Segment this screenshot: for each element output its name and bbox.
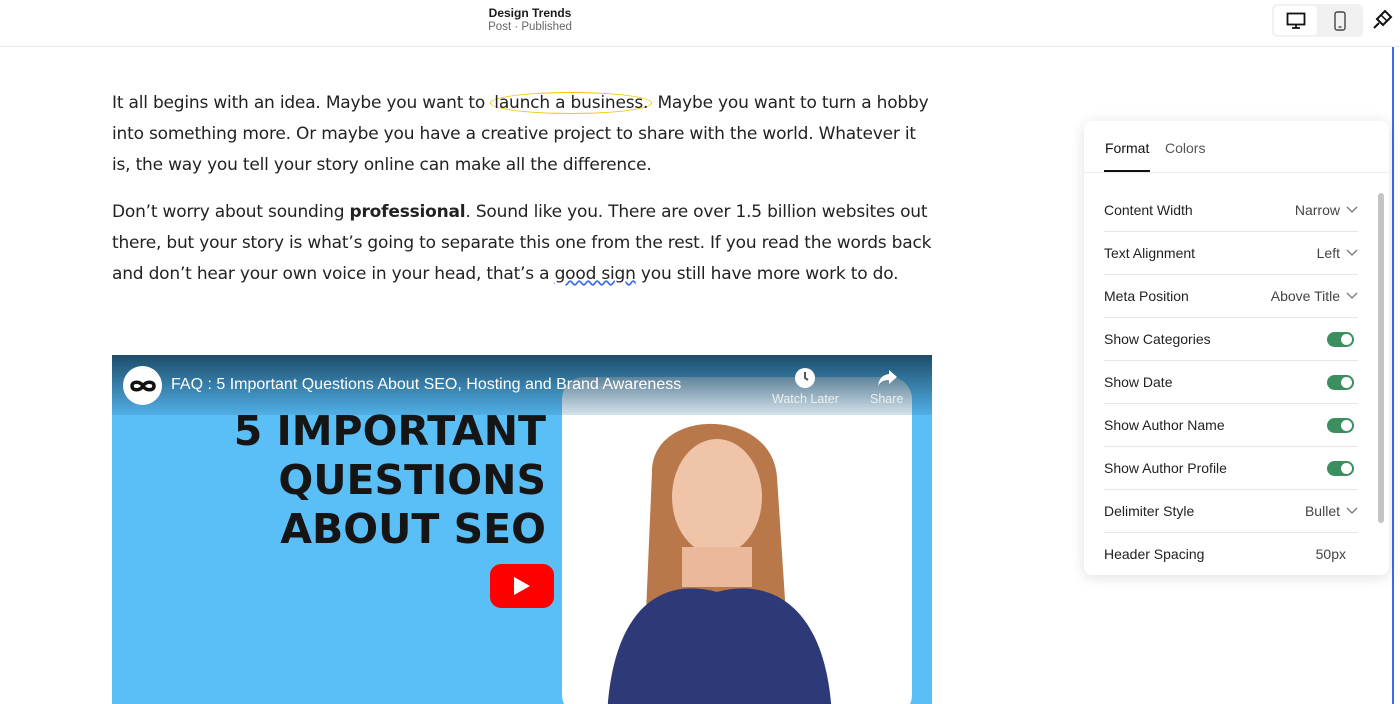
highlighted-text: launch a business. xyxy=(490,92,653,114)
toggle-switch[interactable] xyxy=(1327,374,1354,390)
active-tab-indicator xyxy=(1104,170,1150,172)
chevron-down-icon xyxy=(1346,249,1358,256)
page-title: Design Trends xyxy=(488,6,572,20)
setting-value[interactable]: Above Title xyxy=(1271,288,1358,304)
share-label: Share xyxy=(870,392,904,406)
video-title[interactable]: FAQ : 5 Important Questions About SEO, H… xyxy=(171,376,681,394)
headline-line: 5 IMPORTANT xyxy=(233,407,546,455)
setting-header-spacing[interactable]: Header Spacing 50px xyxy=(1104,533,1358,575)
panel-scrollbar[interactable] xyxy=(1378,193,1384,523)
setting-label: Text Alignment xyxy=(1104,245,1196,261)
setting-label: Content Width xyxy=(1104,202,1193,218)
toggle-switch[interactable] xyxy=(1327,331,1354,347)
video-embed[interactable]: FAQ : 5 Important Questions About SEO, H… xyxy=(112,355,932,704)
value-text: Above Title xyxy=(1270,288,1340,304)
setting-show-author-name[interactable]: Show Author Name xyxy=(1104,404,1358,447)
share-button[interactable]: Share xyxy=(870,367,903,406)
setting-label: Show Date xyxy=(1104,374,1173,390)
value-text: Narrow xyxy=(1294,202,1340,218)
value-text: Bullet xyxy=(1304,503,1340,519)
headline-line: ABOUT SEO xyxy=(280,505,546,553)
mobile-icon xyxy=(1333,10,1346,31)
toggle-switch[interactable] xyxy=(1327,417,1354,433)
watch-later-label: Watch Later xyxy=(772,392,839,406)
mobile-view-button[interactable] xyxy=(1318,6,1361,35)
bold-text: professional xyxy=(349,202,466,222)
chevron-down-icon xyxy=(1346,507,1358,514)
desktop-icon xyxy=(1286,12,1305,29)
setting-content-width[interactable]: Content Width Narrow xyxy=(1104,189,1358,232)
setting-text-alignment[interactable]: Text Alignment Left xyxy=(1104,232,1358,275)
page-status: Post · Published xyxy=(488,21,572,33)
play-icon xyxy=(514,577,530,595)
chevron-down-icon xyxy=(1346,292,1358,299)
post-body[interactable]: It all begins with an idea. Maybe you wa… xyxy=(112,88,932,306)
setting-show-categories[interactable]: Show Categories xyxy=(1104,318,1358,361)
value-text: Left xyxy=(1316,245,1340,261)
tab-format[interactable]: Format xyxy=(1105,140,1149,156)
desktop-view-button[interactable] xyxy=(1274,6,1317,35)
setting-label: Meta Position xyxy=(1104,288,1189,304)
headline-line: QUESTIONS xyxy=(278,456,546,504)
setting-value[interactable]: 50px xyxy=(1316,546,1346,562)
tab-colors[interactable]: Colors xyxy=(1165,140,1205,156)
setting-label: Delimiter Style xyxy=(1104,503,1195,519)
share-icon xyxy=(877,370,897,386)
top-bar: Design Trends Post · Published xyxy=(0,0,1400,47)
text: Don’t worry about sounding xyxy=(112,202,350,222)
setting-label: Show Author Name xyxy=(1104,417,1225,433)
setting-value[interactable]: Bullet xyxy=(1305,503,1358,519)
site-styles-button[interactable] xyxy=(1371,9,1393,35)
edit-scrollbar[interactable] xyxy=(1392,47,1394,704)
paragraph[interactable]: Don’t worry about sounding professional.… xyxy=(112,197,932,290)
setting-label: Show Author Profile xyxy=(1104,460,1227,476)
infinity-icon xyxy=(129,380,156,391)
play-button[interactable] xyxy=(490,564,554,608)
spellcheck-text: good sign xyxy=(554,264,636,284)
panel-tabs: Format Colors xyxy=(1084,121,1389,173)
setting-delimiter-style[interactable]: Delimiter Style Bullet xyxy=(1104,490,1358,533)
setting-show-author-profile[interactable]: Show Author Profile xyxy=(1104,447,1358,490)
thumbnail-headline: 5 IMPORTANT QUESTIONS ABOUT SEO xyxy=(234,407,546,554)
text: It all begins with an idea. Maybe you wa… xyxy=(112,93,491,113)
paragraph[interactable]: It all begins with an idea. Maybe you wa… xyxy=(112,88,932,181)
toggle-switch[interactable] xyxy=(1327,460,1354,476)
setting-label: Header Spacing xyxy=(1104,546,1205,562)
presenter-image xyxy=(607,423,832,704)
device-switcher xyxy=(1272,4,1363,37)
setting-show-date[interactable]: Show Date xyxy=(1104,361,1358,404)
paintbrush-icon xyxy=(1373,9,1393,29)
setting-label: Show Categories xyxy=(1104,331,1211,347)
setting-value[interactable]: Narrow xyxy=(1295,202,1358,218)
chevron-down-icon xyxy=(1346,206,1358,213)
setting-value[interactable]: Left xyxy=(1317,245,1358,261)
watch-later-button[interactable]: Watch Later xyxy=(772,367,839,406)
clock-icon xyxy=(795,368,816,388)
value-text: 50px xyxy=(1315,546,1346,562)
setting-meta-position[interactable]: Meta Position Above Title xyxy=(1104,275,1358,318)
channel-logo[interactable] xyxy=(123,366,162,405)
thumbnail-card xyxy=(562,377,912,704)
format-panel: Format Colors Content Width Narrow Text Al… xyxy=(1084,121,1389,575)
text: you still have more work to do. xyxy=(635,264,899,284)
